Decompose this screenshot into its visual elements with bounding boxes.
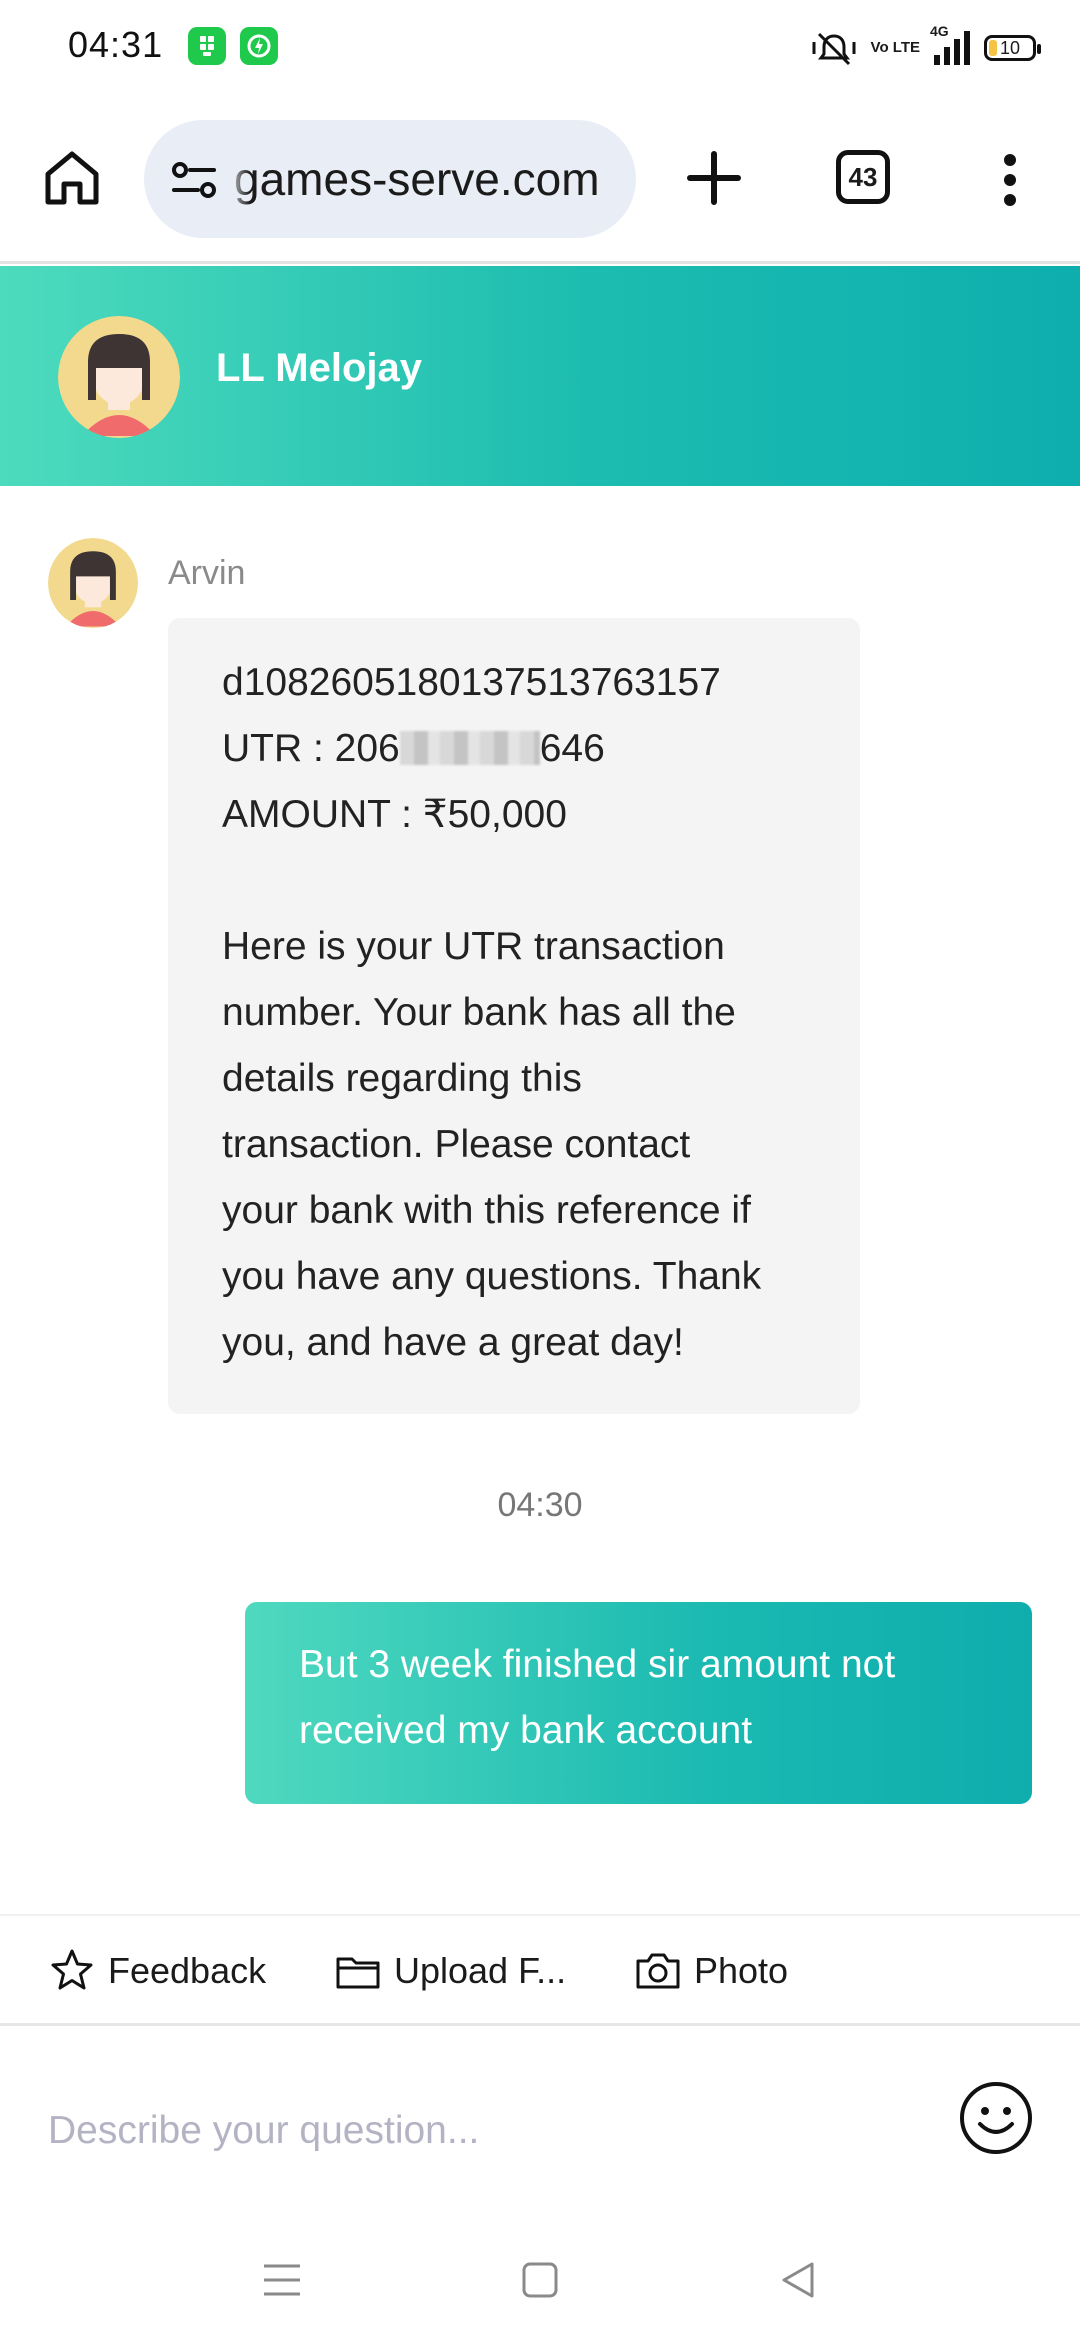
utr-line: UTR : 206 646 [222, 727, 605, 770]
folder-icon [336, 1957, 380, 1989]
star-icon [51, 1949, 93, 1990]
message-timestamp: 04:30 [497, 1486, 583, 1524]
status-icons: Vo LTE 4G 10 [811, 23, 1041, 70]
mute-vibrate-icon [812, 32, 856, 66]
back-nav-icon[interactable] [776, 2258, 820, 2302]
upload-file-button[interactable]: Upload F... [334, 1916, 566, 2026]
tab-count: 43 [848, 161, 878, 192]
system-nav-bar [0, 2216, 1080, 2340]
feedback-label: Feedback [108, 1950, 267, 1991]
message-text: received my bank account [299, 1709, 753, 1752]
message-text: your bank with this reference if [222, 1189, 751, 1232]
feedback-button[interactable]: Feedback [48, 1916, 266, 2026]
incoming-message: d1082605180137513763157 UTR : 206 646 AMO… [168, 618, 860, 1414]
tabs-icon[interactable]: 43 [836, 150, 890, 204]
app-badge-icon [188, 27, 226, 65]
photo-label: Photo [694, 1950, 789, 1991]
sender-name: Arvin [168, 554, 246, 592]
chat-toolbar: Feedback Upload F... Photo [0, 1914, 1080, 2026]
browser-toolbar: games-serve.com 43 [0, 96, 1080, 264]
battery-icon: 10 [984, 35, 1041, 61]
message-text: you, and have a great day! [222, 1321, 684, 1364]
plus-icon[interactable] [684, 148, 744, 208]
site-settings-icon[interactable] [170, 158, 218, 202]
more-vert-icon[interactable] [990, 152, 1030, 208]
volte-icon: Vo LTE [870, 39, 920, 56]
amount-line: AMOUNT : ₹50,000 [222, 793, 567, 836]
sender-avatar [48, 538, 138, 628]
upload-label: Upload F... [394, 1950, 567, 1991]
url-bar[interactable]: games-serve.com [144, 120, 636, 238]
chat-header: LL Melojay [0, 266, 1080, 486]
url-text[interactable]: games-serve.com [234, 152, 600, 206]
home-icon[interactable] [40, 146, 104, 210]
message-text: you have any questions. Thank [222, 1255, 762, 1298]
emoji-icon[interactable] [958, 2080, 1034, 2156]
menu-nav-icon[interactable] [260, 2258, 304, 2302]
message-text: transaction. Please contact [222, 1123, 691, 1166]
status-time: 04:31 [68, 24, 164, 65]
message-text: details regarding this [222, 1057, 582, 1100]
status-bar: 04:31 Vo LTE 4G 10 [0, 0, 1080, 96]
outgoing-message: But 3 week finished sir amount not recei… [245, 1602, 1032, 1804]
home-nav-icon[interactable] [518, 2258, 562, 2302]
message-text: Here is your UTR transaction [222, 925, 725, 968]
photo-button[interactable]: Photo [634, 1916, 788, 2026]
shield-badge-icon [240, 27, 278, 65]
signal-icon: 4G [930, 23, 970, 65]
camera-icon [636, 1953, 680, 1989]
redacted-digits [399, 731, 540, 765]
url-fade [226, 140, 250, 220]
chat-title: LL Melojay [216, 346, 422, 390]
agent-avatar [58, 316, 180, 438]
question-input[interactable] [48, 2086, 908, 2176]
transaction-id: d1082605180137513763157 [222, 661, 721, 704]
message-text: But 3 week finished sir amount not [299, 1643, 896, 1686]
composer [0, 2026, 1080, 2216]
message-text: number. Your bank has all the [222, 991, 736, 1034]
